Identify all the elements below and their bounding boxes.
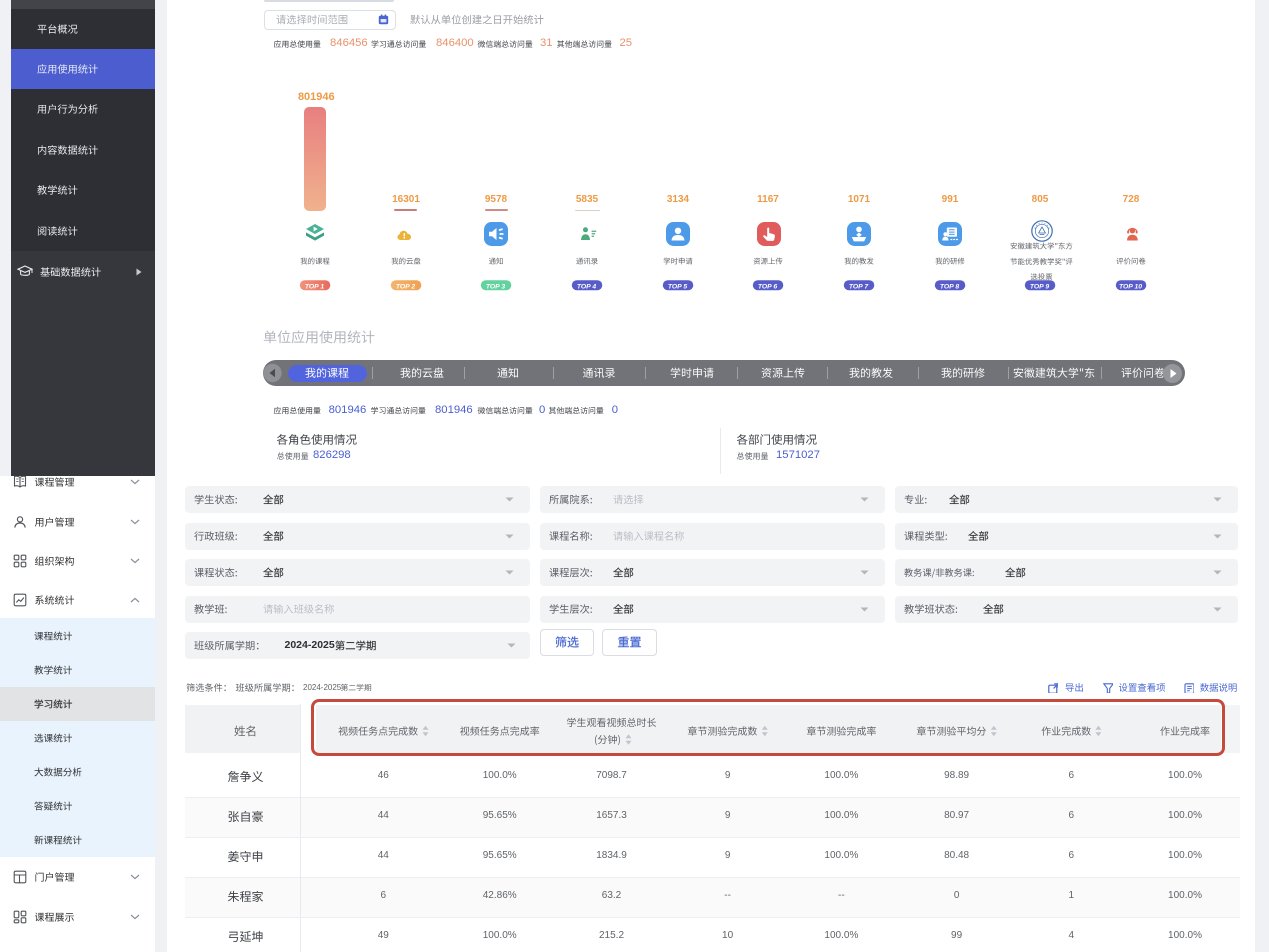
svg-text:TOP 6: TOP 6 [758,283,777,290]
svg-text:TOP 1: TOP 1 [305,283,324,290]
svg-text:TOP 2: TOP 2 [396,283,415,290]
svg-text:TOP 4: TOP 4 [577,283,596,290]
svg-text:TOP 10: TOP 10 [1119,283,1142,290]
svg-text:TOP 8: TOP 8 [940,283,959,290]
svg-text:TOP 9: TOP 9 [1030,283,1049,290]
svg-text:TOP 3: TOP 3 [486,283,505,290]
svg-text:TOP 7: TOP 7 [849,283,869,290]
svg-text:TOP 5: TOP 5 [668,283,687,290]
